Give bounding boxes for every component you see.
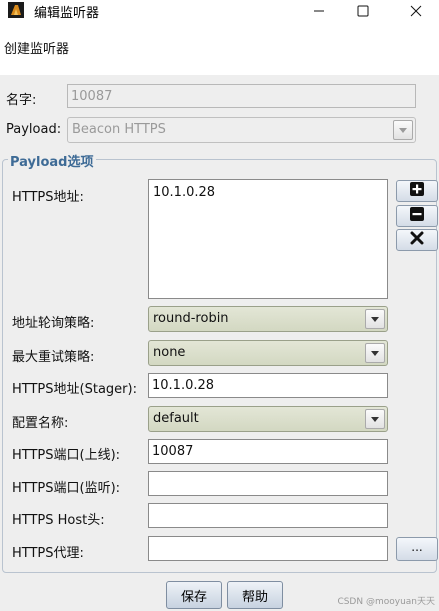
list-item[interactable]: 10.1.0.28: [153, 185, 215, 200]
chevron-down-icon: [365, 343, 385, 363]
https-hosts-label: HTTPS地址:: [12, 190, 84, 205]
close-button[interactable]: [393, 0, 439, 22]
minimize-button[interactable]: [296, 0, 342, 22]
chevron-down-icon: [393, 120, 413, 140]
port-c2-field[interactable]: 10087: [148, 439, 388, 464]
profile-label: 配置名称:: [12, 416, 69, 431]
proxy-label: HTTPS代理:: [12, 546, 84, 561]
host-header-label: HTTPS Host头:: [12, 513, 105, 528]
chevron-down-icon: [365, 309, 385, 329]
max-retry-label: 最大重试策略:: [12, 350, 95, 365]
max-retry-select[interactable]: none: [148, 340, 388, 366]
rotation-label: 地址轮询策略:: [12, 316, 95, 331]
group-title: Payload选项: [8, 151, 96, 170]
profile-select[interactable]: default: [148, 406, 388, 432]
help-button[interactable]: 帮助: [227, 581, 283, 609]
https-hosts-list[interactable]: 10.1.0.28: [148, 179, 388, 299]
app-icon: [8, 2, 24, 18]
x-icon: [410, 231, 424, 249]
rotation-value: round-robin: [153, 311, 229, 326]
proxy-button-label: ...: [411, 540, 423, 554]
stager-value: 10.1.0.28: [152, 378, 215, 393]
help-button-label: 帮助: [241, 589, 268, 605]
proxy-settings-button[interactable]: ...: [396, 537, 438, 561]
payload-label: Payload:: [6, 122, 62, 137]
clear-hosts-button[interactable]: [396, 229, 438, 251]
payload-value: Beacon HTTPS: [72, 122, 166, 137]
rotation-select[interactable]: round-robin: [148, 306, 388, 332]
title-bar: 编辑监听器: [0, 0, 439, 22]
header-description: 创建监听器: [4, 42, 70, 57]
max-retry-value: none: [153, 345, 186, 360]
maximize-button[interactable]: [340, 0, 386, 22]
name-value: 10087: [71, 88, 113, 104]
payload-select[interactable]: Beacon HTTPS: [67, 117, 416, 143]
port-bind-label: HTTPS端口(监听):: [12, 481, 121, 496]
profile-value: default: [153, 411, 199, 426]
name-label: 名字:: [6, 93, 37, 108]
minus-icon: [410, 207, 424, 225]
port-c2-value: 10087: [152, 444, 194, 459]
remove-host-button[interactable]: [396, 205, 438, 227]
plus-icon: [410, 182, 424, 200]
port-c2-label: HTTPS端口(上线):: [12, 448, 121, 463]
stager-field[interactable]: 10.1.0.28: [148, 373, 388, 398]
dialog-header: 创建监听器: [0, 22, 439, 75]
save-button[interactable]: 保存: [166, 581, 222, 609]
watermark: CSDN @mooyuan天天: [337, 597, 435, 607]
proxy-field[interactable]: [148, 536, 388, 561]
name-field[interactable]: 10087: [67, 84, 416, 108]
stager-label: HTTPS地址(Stager):: [12, 382, 137, 397]
add-host-button[interactable]: [396, 180, 438, 202]
chevron-down-icon: [365, 409, 385, 429]
host-header-field[interactable]: [148, 503, 388, 528]
save-button-label: 保存: [180, 589, 207, 605]
window-title: 编辑监听器: [34, 6, 100, 21]
port-bind-field[interactable]: [148, 471, 388, 496]
